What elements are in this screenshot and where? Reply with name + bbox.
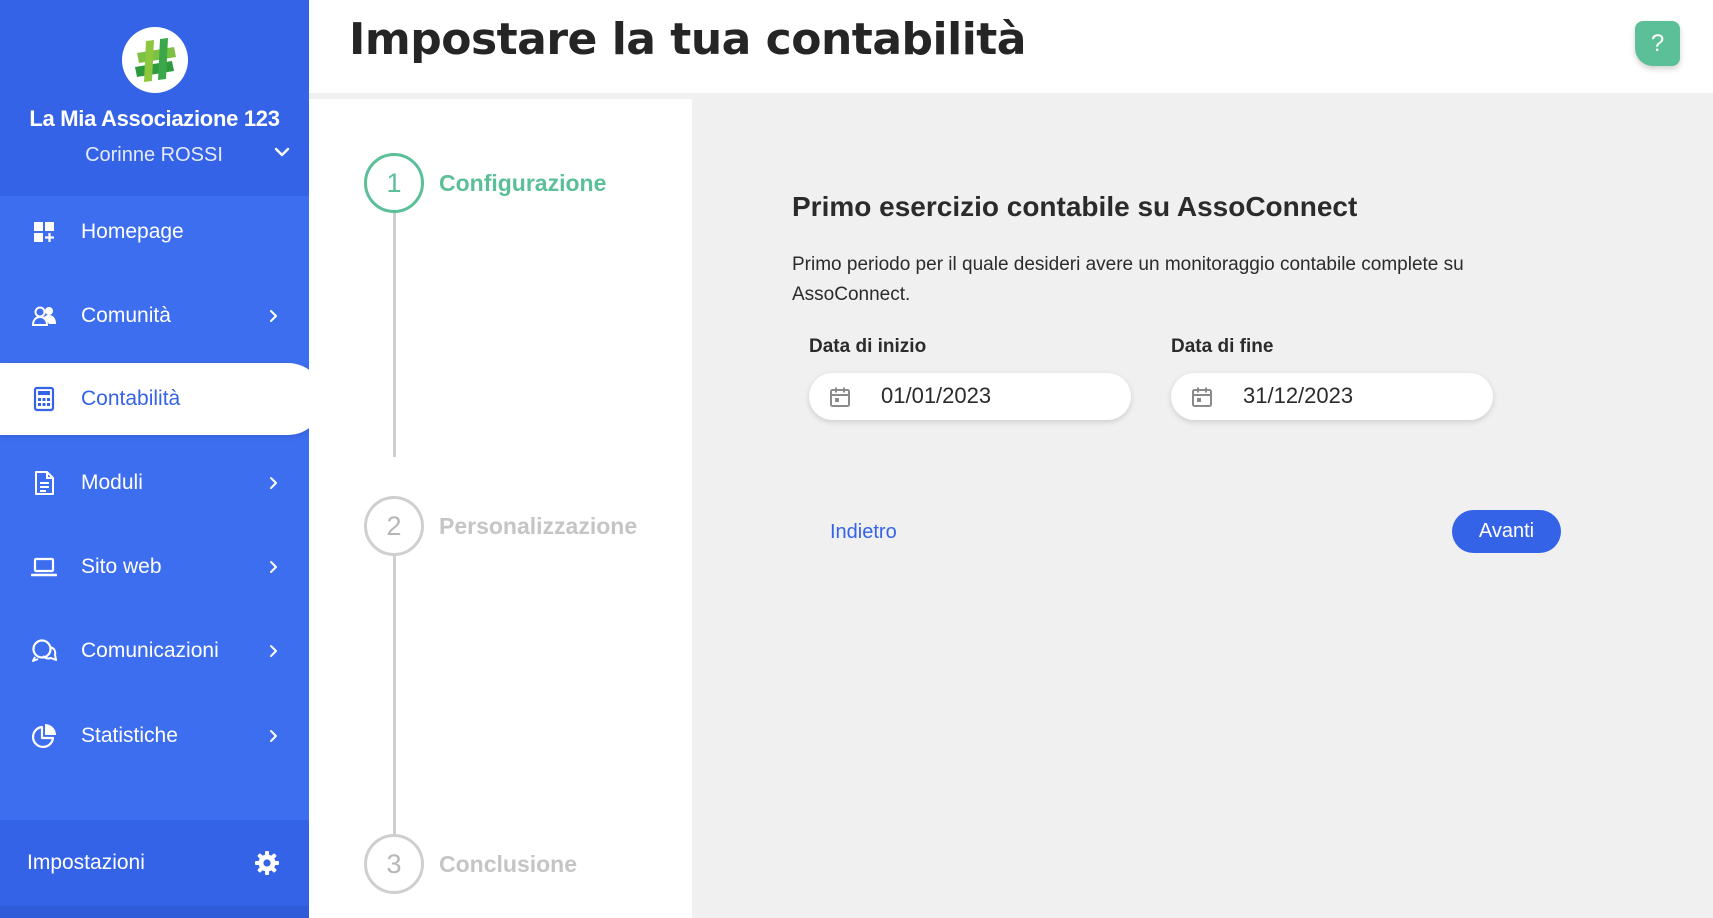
chevron-down-icon[interactable] xyxy=(274,146,290,158)
sidebar-item-label: Statistiche xyxy=(81,724,178,747)
chevron-right-icon xyxy=(270,477,277,489)
user-name[interactable]: Corinne ROSSI xyxy=(60,144,248,167)
document-icon xyxy=(35,471,54,495)
pie-chart-icon xyxy=(31,724,56,749)
dashboard-icon xyxy=(34,222,54,242)
page-header: Impostare la tua contabilità ? xyxy=(309,0,1713,93)
step-connector xyxy=(393,212,396,457)
organization-name: La Mia Associazione 123 xyxy=(29,106,280,131)
calculator-icon xyxy=(33,386,55,412)
end-date-input[interactable] xyxy=(1243,382,1463,410)
sidebar-item-statistiche[interactable]: Statistiche xyxy=(0,700,309,772)
start-date-input[interactable] xyxy=(881,382,1101,410)
setup-stepper: 1 Configurazione 2 Personalizzazione 3 C… xyxy=(309,99,692,918)
organization-logo[interactable] xyxy=(122,27,188,93)
sidebar: La Mia Associazione 123 Corinne ROSSI Ho… xyxy=(0,0,324,918)
sidebar-item-label: Sito web xyxy=(81,555,162,578)
community-icon xyxy=(31,306,56,326)
step-2-circle: 2 xyxy=(364,496,424,556)
start-date-field[interactable] xyxy=(809,373,1131,420)
gear-icon[interactable] xyxy=(254,850,280,876)
sidebar-item-homepage[interactable]: Homepage xyxy=(0,196,309,268)
step-2-label: Personalizzazione xyxy=(439,513,638,539)
step-1-label: Configurazione xyxy=(439,170,607,196)
settings-label: Impostazioni xyxy=(27,851,145,874)
sidebar-item-comunita[interactable]: Comunità xyxy=(0,280,309,352)
chevron-right-icon xyxy=(270,730,277,742)
sidebar-settings[interactable]: Impostazioni xyxy=(0,820,309,906)
sidebar-item-sito-web[interactable]: Sito web xyxy=(0,531,309,603)
sidebar-item-label: Contabilità xyxy=(81,387,181,410)
end-date-field[interactable] xyxy=(1171,373,1493,420)
calendar-icon xyxy=(830,387,850,407)
end-date-label: Data di fine xyxy=(1171,336,1274,357)
section-description: Primo periodo per il quale desideri aver… xyxy=(792,254,1464,305)
chevron-right-icon xyxy=(270,561,277,573)
chevron-right-icon xyxy=(270,645,277,657)
sidebar-item-label: Homepage xyxy=(81,220,184,243)
sidebar-header: La Mia Associazione 123 Corinne ROSSI xyxy=(0,0,309,196)
calendar-icon xyxy=(1192,387,1212,407)
laptop-icon xyxy=(31,557,57,577)
sidebar-item-contabilita[interactable]: Contabilità xyxy=(0,363,324,435)
start-date-label: Data di inizio xyxy=(809,336,927,357)
page-title: Impostare la tua contabilità xyxy=(349,14,1027,65)
sidebar-item-label: Comunità xyxy=(81,304,171,327)
back-link[interactable]: Indietro xyxy=(830,521,897,544)
sidebar-bottom-strip xyxy=(0,906,309,918)
sidebar-item-label: Moduli xyxy=(81,471,143,494)
step-1-circle: 1 xyxy=(364,153,424,213)
next-button[interactable]: Avanti xyxy=(1452,510,1561,553)
section-title: Primo esercizio contabile su AssoConnect xyxy=(792,191,1358,222)
hashtag-logo-icon xyxy=(135,38,176,82)
chevron-right-icon xyxy=(270,310,277,322)
sidebar-item-label: Comunicazioni xyxy=(81,639,219,662)
step-3-circle: 3 xyxy=(364,834,424,894)
help-button[interactable]: ? xyxy=(1635,21,1680,66)
step-3-label: Conclusione xyxy=(439,851,578,877)
chat-icon xyxy=(32,639,57,662)
sidebar-item-comunicazioni[interactable]: Comunicazioni xyxy=(0,615,309,687)
sidebar-item-moduli[interactable]: Moduli xyxy=(0,447,309,519)
step-connector xyxy=(393,554,396,837)
